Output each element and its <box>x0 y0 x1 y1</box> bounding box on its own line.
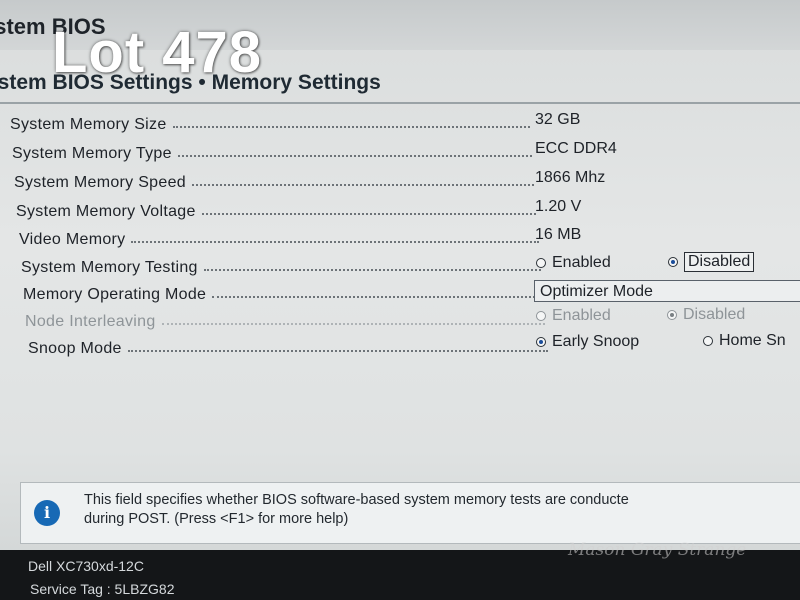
leader-dots <box>161 323 545 325</box>
radio-label: Disabled <box>683 306 746 323</box>
radio-label: Home Sn <box>719 332 786 349</box>
help-text-line: during POST. (Press <F1> for more help) <box>84 511 349 527</box>
system-model: Dell XC730xd-12C <box>28 558 144 574</box>
help-text: This field specifies whether BIOS softwa… <box>84 491 800 529</box>
setting-label: Node Interleaving <box>25 313 156 330</box>
radio-label-focused: Disabled <box>684 252 755 272</box>
bios-screen: ystem BIOS Lot 478 ystem BIOS Settings •… <box>0 0 800 600</box>
leader-dots <box>127 350 548 352</box>
setting-row-operating-mode: Memory Operating Mode <box>23 284 543 306</box>
memory-voltage-value: 1.20 V <box>535 198 582 215</box>
page-title: ystem BIOS Settings • Memory Settings <box>0 71 381 94</box>
radio-label: Early Snoop <box>552 333 640 350</box>
setting-row-video-memory: Video Memory <box>19 229 539 251</box>
leader-dots <box>177 155 532 157</box>
radio-unchecked-icon <box>703 336 713 346</box>
setting-row-memory-size: System Memory Size <box>10 114 530 136</box>
leader-dots <box>201 213 536 215</box>
node-interleaving-disabled-radio: Disabled <box>667 306 745 324</box>
memory-testing-disabled-radio[interactable]: Disabled <box>668 252 755 272</box>
setting-row-snoop-mode: Snoop Mode <box>28 338 548 360</box>
setting-label: Video Memory <box>19 231 126 248</box>
node-interleaving-enabled-radio: Enabled <box>536 307 611 325</box>
leader-dots <box>172 126 530 128</box>
header-divider <box>0 102 800 104</box>
video-memory-value: 16 MB <box>535 226 582 243</box>
setting-row-node-interleaving: Node Interleaving <box>25 311 545 333</box>
leader-dots <box>203 269 541 271</box>
setting-label: System Memory Voltage <box>16 203 196 220</box>
help-text-line: This field specifies whether BIOS softwa… <box>84 492 629 508</box>
setting-row-memory-speed: System Memory Speed <box>14 172 534 194</box>
radio-unchecked-icon <box>536 311 546 321</box>
setting-label: Snoop Mode <box>28 340 122 357</box>
photo-watermark: Mason Gray Strange <box>568 540 747 560</box>
info-icon: i <box>34 500 60 526</box>
leader-dots <box>212 296 543 298</box>
radio-label: Enabled <box>552 307 611 324</box>
radio-label: Enabled <box>552 254 611 271</box>
setting-label: System Memory Speed <box>14 174 186 191</box>
setting-label: Memory Operating Mode <box>23 286 207 303</box>
setting-label: System Memory Size <box>10 116 167 133</box>
memory-speed-value: 1866 Mhz <box>535 169 606 186</box>
service-tag: Service Tag : 5LBZG82 <box>30 581 175 597</box>
radio-checked-icon <box>536 337 546 347</box>
operating-mode-dropdown[interactable]: Optimizer Mode <box>534 280 800 302</box>
leader-dots <box>131 241 539 243</box>
setting-row-memory-voltage: System Memory Voltage <box>16 201 536 223</box>
memory-type-value: ECC DDR4 <box>535 140 617 157</box>
memory-size-value: 32 GB <box>535 111 581 128</box>
radio-checked-icon <box>668 257 678 267</box>
radio-checked-icon <box>667 310 677 320</box>
memory-testing-enabled-radio[interactable]: Enabled <box>536 254 611 272</box>
setting-label: System Memory Testing <box>21 259 198 276</box>
radio-unchecked-icon <box>536 258 546 268</box>
snoop-mode-early-snoop-radio[interactable]: Early Snoop <box>536 333 639 351</box>
snoop-mode-home-snoop-radio[interactable]: Home Sn <box>703 332 786 350</box>
setting-row-memory-testing: System Memory Testing <box>21 257 541 279</box>
leader-dots <box>191 184 534 186</box>
setting-label: System Memory Type <box>12 145 172 162</box>
setting-row-memory-type: System Memory Type <box>12 143 532 165</box>
help-panel: i This field specifies whether BIOS soft… <box>20 482 800 544</box>
